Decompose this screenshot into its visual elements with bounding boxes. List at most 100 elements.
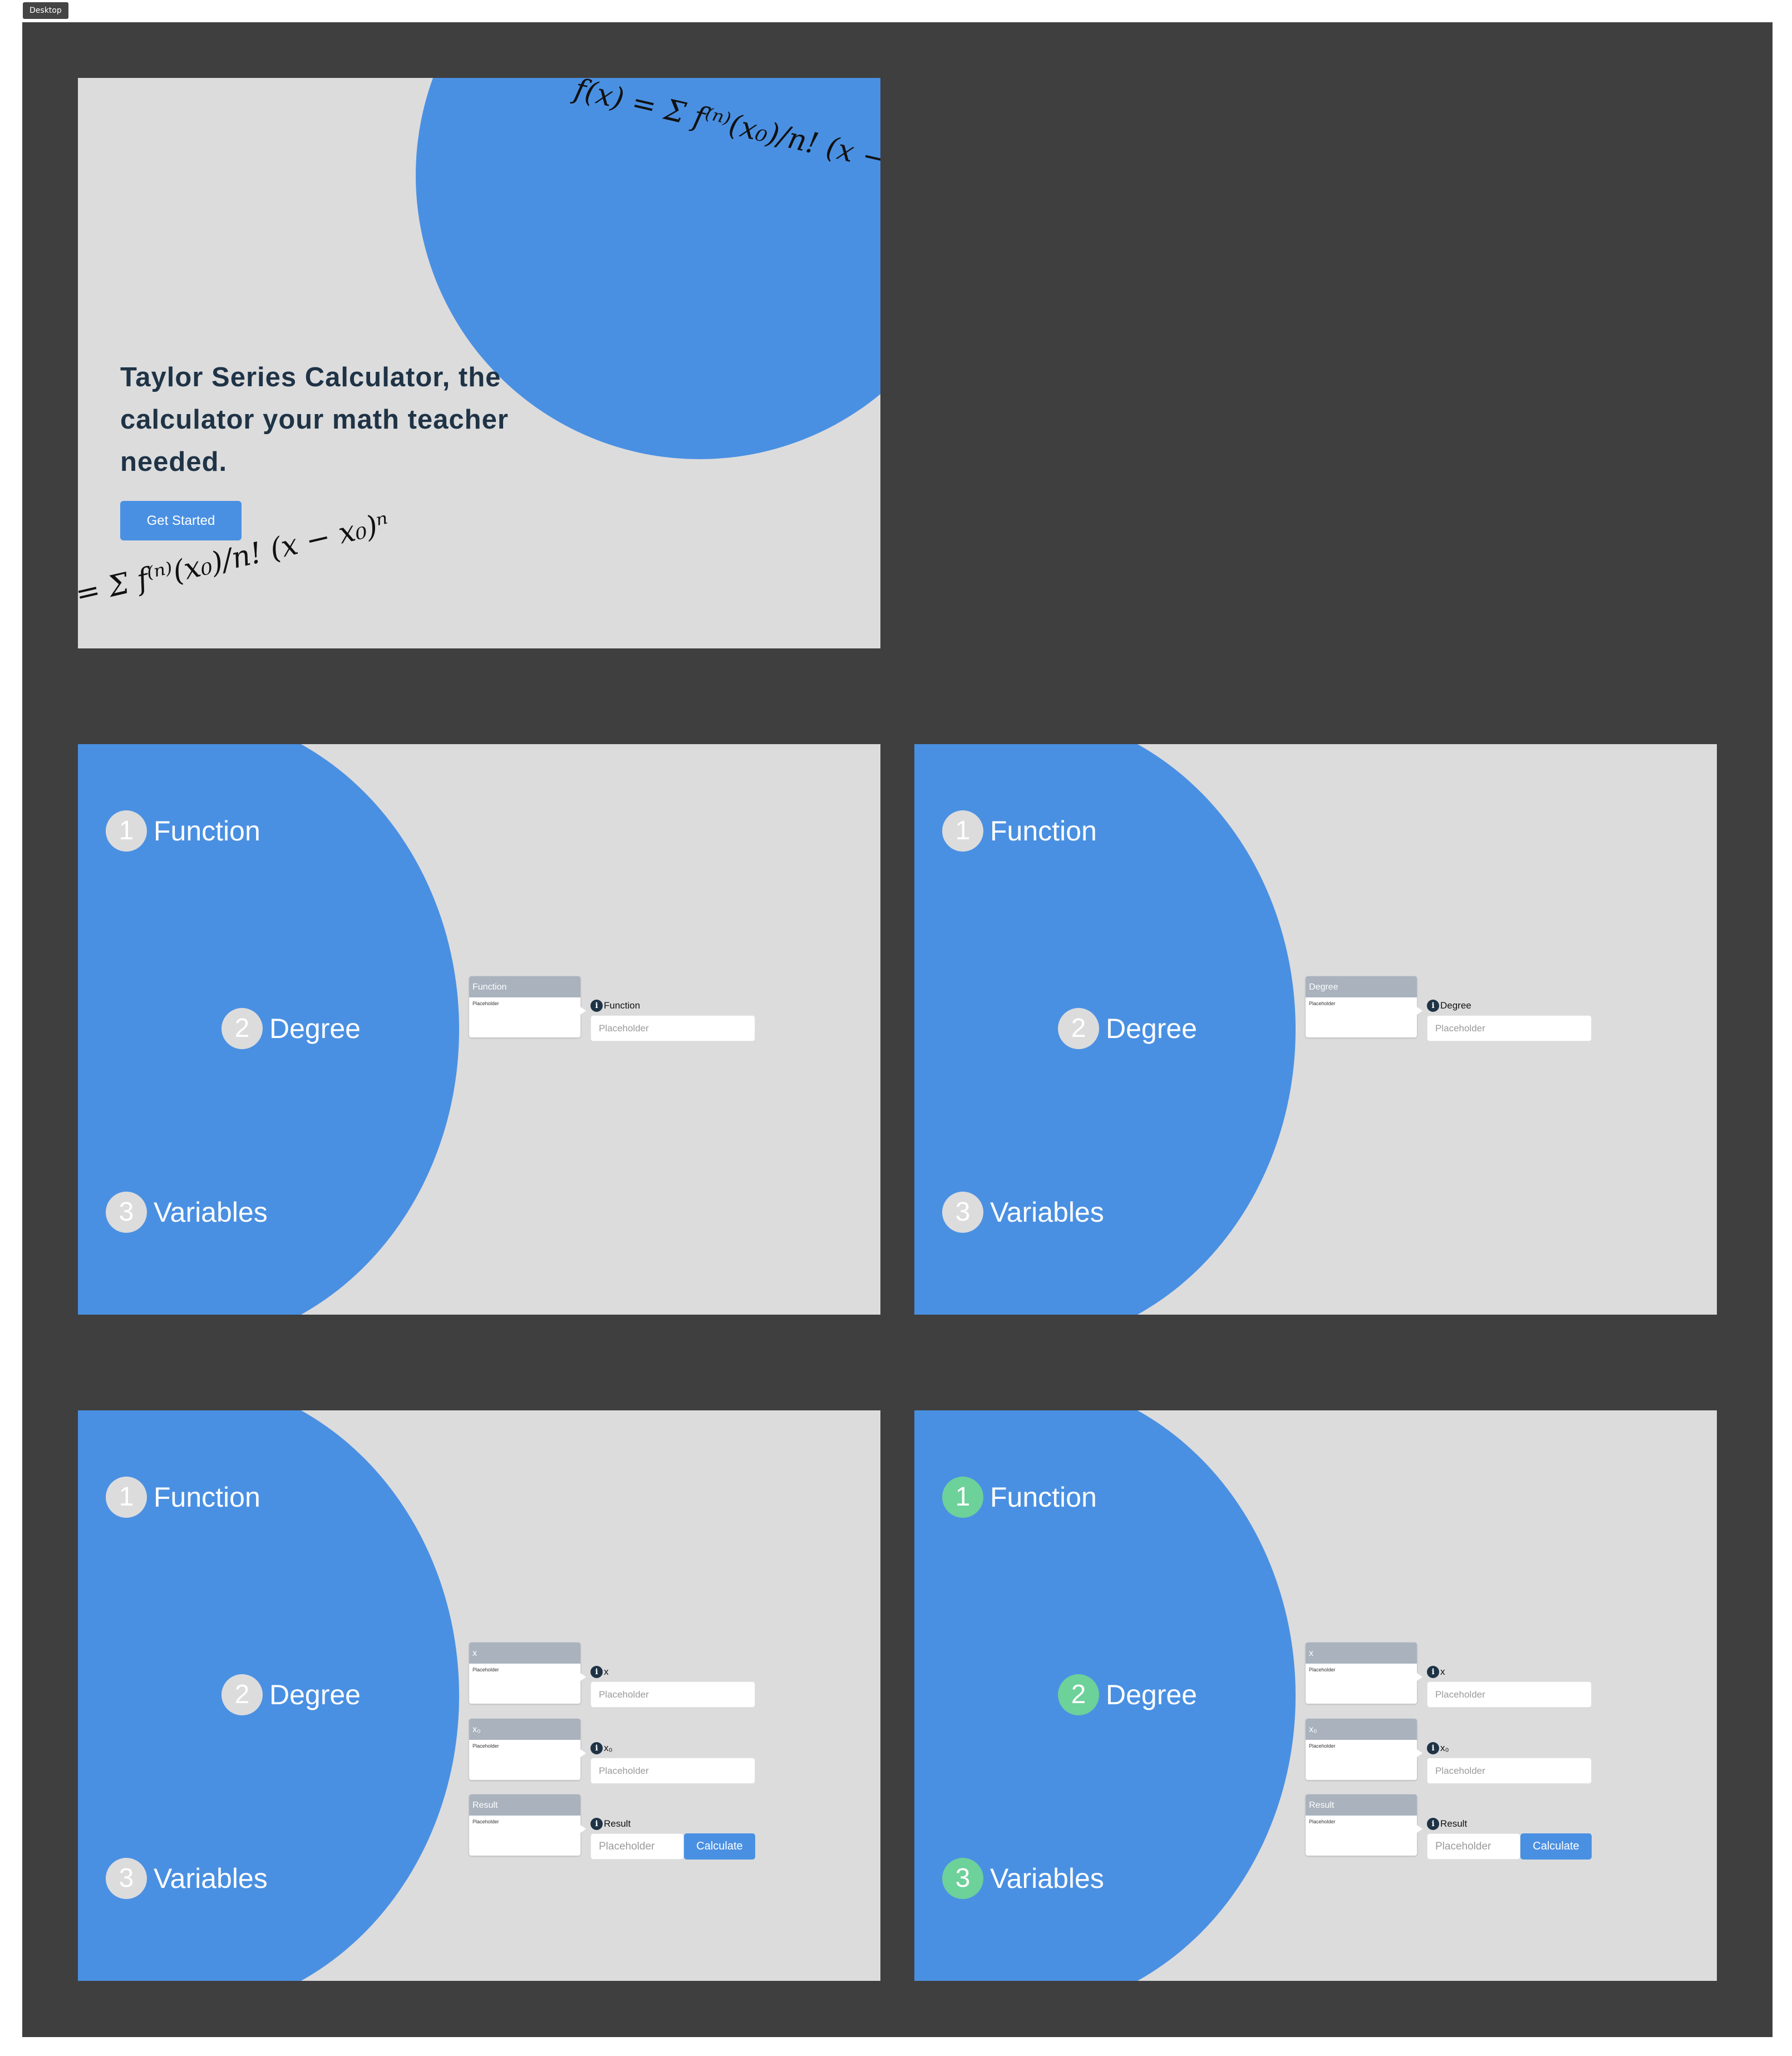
result-field-label: i Result (590, 1818, 631, 1830)
step-variables[interactable]: 3 Variables (106, 1192, 268, 1233)
step-function[interactable]: 1 Function (106, 810, 260, 852)
step-number: 1 (106, 1477, 147, 1518)
x-input[interactable] (590, 1681, 755, 1708)
tooltip-card-body: Placeholder (472, 1819, 499, 1824)
tooltip-card-title: x₀ (1306, 1719, 1417, 1740)
degree-tooltip-card: Degree Placeholder (1306, 976, 1417, 1037)
hero-slide: f(x) = Σ f⁽ⁿ⁾(x₀)/n! (x − x₀)ⁿ = Σ f⁽ⁿ⁾(… (78, 78, 880, 648)
step-label: Degree (1106, 1679, 1197, 1710)
field-label-text: x (604, 1666, 609, 1677)
tooltip-card-title: x (469, 1642, 580, 1664)
step-label: Function (990, 815, 1097, 847)
calculate-button[interactable]: Calculate (684, 1833, 755, 1860)
field-label-text: Function (604, 1000, 641, 1011)
tooltip-card-title: Function (469, 976, 580, 997)
tooltip-pointer (1417, 1007, 1422, 1015)
function-field-label: i Function (590, 1000, 640, 1012)
step-degree[interactable]: 2 Degree (1058, 1008, 1197, 1049)
field-label-text: Result (1440, 1818, 1468, 1829)
info-icon[interactable]: i (590, 1818, 603, 1830)
function-input[interactable] (590, 1015, 755, 1041)
tooltip-card-body: Placeholder (1309, 1743, 1336, 1749)
field-label-text: x₀ (1440, 1743, 1449, 1753)
result-tooltip-card: Result Placeholder (469, 1794, 580, 1856)
info-icon[interactable]: i (590, 1666, 603, 1678)
step-label: Function (990, 1482, 1097, 1513)
tooltip-card-title: Degree (1306, 976, 1417, 997)
hero-title: Taylor Series Calculator, the calculator… (120, 362, 509, 477)
x-field-label: i x (1427, 1666, 1445, 1678)
calculate-button[interactable]: Calculate (1520, 1833, 1592, 1860)
tooltip-pointer (580, 1007, 586, 1015)
step-label: Variables (990, 1197, 1104, 1228)
x0-tooltip-card: x₀ Placeholder (469, 1719, 580, 1780)
field-label-text: Degree (1440, 1000, 1471, 1011)
step-number: 2 (1058, 1674, 1099, 1715)
result-input[interactable] (590, 1833, 684, 1860)
step-number: 1 (942, 1477, 983, 1518)
variables-step-completed-slide: 1 Function 2 Degree 3 Variables x Placeh… (914, 1410, 1717, 1981)
step-number: 2 (221, 1008, 263, 1049)
x-input[interactable] (1427, 1681, 1592, 1708)
step-label: Function (154, 1482, 260, 1513)
step-number: 3 (942, 1192, 983, 1233)
step-label: Variables (154, 1197, 268, 1228)
variables-step-slide: 1 Function 2 Degree 3 Variables x Placeh… (78, 1410, 880, 1981)
tooltip-card-body: Placeholder (1309, 1667, 1336, 1673)
step-function[interactable]: 1 Function (942, 1477, 1097, 1518)
step-degree[interactable]: 2 Degree (221, 1008, 361, 1049)
degree-step-slide: 1 Function 2 Degree 3 Variables Degree P… (914, 744, 1717, 1315)
x-tooltip-card: x Placeholder (1306, 1642, 1417, 1704)
step-number: 2 (1058, 1008, 1099, 1049)
field-label-text: x (1440, 1666, 1445, 1677)
x0-tooltip-card: x₀ Placeholder (1306, 1719, 1417, 1780)
step-function[interactable]: 1 Function (106, 1477, 260, 1518)
tooltip-card-title: Result (1306, 1794, 1417, 1816)
step-label: Function (154, 815, 260, 847)
step-label: Variables (990, 1863, 1104, 1894)
degree-input[interactable] (1427, 1015, 1592, 1041)
result-input[interactable] (1427, 1833, 1520, 1860)
tooltip-pointer (580, 1825, 586, 1833)
step-number: 2 (221, 1674, 263, 1715)
step-variables[interactable]: 3 Variables (942, 1192, 1104, 1233)
tooltip-card-title: x (1306, 1642, 1417, 1664)
degree-field-label: i Degree (1427, 1000, 1471, 1012)
tooltip-card-body: Placeholder (472, 1667, 499, 1673)
x0-input[interactable] (590, 1758, 755, 1784)
info-icon[interactable]: i (1427, 1742, 1439, 1754)
x0-input[interactable] (1427, 1758, 1592, 1784)
step-number: 3 (106, 1192, 147, 1233)
step-degree[interactable]: 2 Degree (221, 1674, 361, 1715)
tooltip-pointer (1417, 1673, 1422, 1681)
tooltip-card-body: Placeholder (472, 1001, 499, 1006)
tooltip-card-body: Placeholder (472, 1743, 499, 1749)
function-step-slide: 1 Function 2 Degree 3 Variables Function… (78, 744, 880, 1315)
step-variables[interactable]: 3 Variables (106, 1858, 268, 1899)
get-started-button[interactable]: Get Started (120, 501, 242, 540)
x0-field-label: i x₀ (590, 1742, 613, 1754)
tooltip-card-body: Placeholder (1309, 1819, 1336, 1824)
design-canvas: f(x) = Σ f⁽ⁿ⁾(x₀)/n! (x − x₀)ⁿ = Σ f⁽ⁿ⁾(… (22, 22, 1773, 2037)
x-tooltip-card: x Placeholder (469, 1642, 580, 1704)
step-label: Variables (154, 1863, 268, 1894)
info-icon[interactable]: i (1427, 1818, 1439, 1830)
result-field-label: i Result (1427, 1818, 1467, 1830)
info-icon[interactable]: i (590, 1742, 603, 1754)
x0-field-label: i x₀ (1427, 1742, 1449, 1754)
frame-tag: Desktop (23, 2, 68, 19)
step-number: 3 (106, 1858, 147, 1899)
info-icon[interactable]: i (1427, 1000, 1439, 1012)
tooltip-pointer (1417, 1749, 1422, 1757)
info-icon[interactable]: i (1427, 1666, 1439, 1678)
step-function[interactable]: 1 Function (942, 810, 1097, 852)
info-icon[interactable]: i (590, 1000, 603, 1012)
field-label-text: x₀ (604, 1743, 613, 1753)
result-tooltip-card: Result Placeholder (1306, 1794, 1417, 1856)
step-variables[interactable]: 3 Variables (942, 1858, 1104, 1899)
tooltip-card-title: x₀ (469, 1719, 580, 1740)
tooltip-pointer (580, 1673, 586, 1681)
tooltip-card-title: Result (469, 1794, 580, 1816)
step-number: 3 (942, 1858, 983, 1899)
step-degree[interactable]: 2 Degree (1058, 1674, 1197, 1715)
